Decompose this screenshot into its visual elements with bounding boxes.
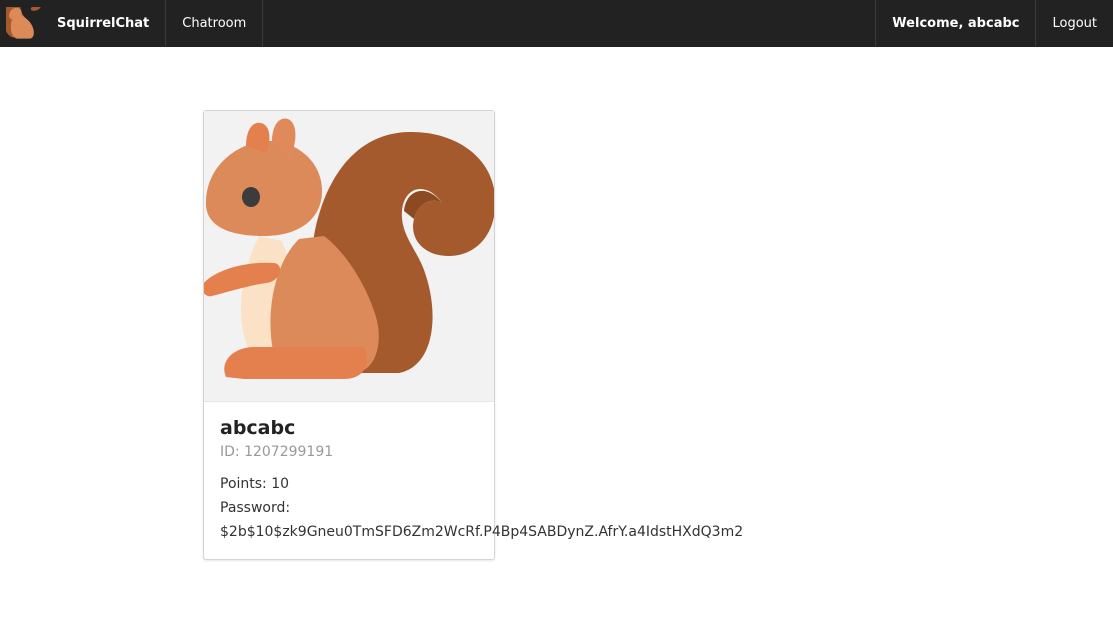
password-value: $2b$10$zk9Gneu0TmSFD6Zm2WcRf.P4Bp4SABDyn… [220, 524, 744, 540]
user-card-body: abcabc ID: 1207299191 Points: 10 Passwor… [204, 402, 744, 544]
logout-link[interactable]: Logout [1035, 0, 1113, 47]
navbar-right: Welcome, abcabc Logout [875, 0, 1113, 47]
brand-link[interactable]: SquirrelChat [0, 0, 165, 47]
nav-link-chatroom[interactable]: Chatroom [165, 0, 264, 47]
user-card: abcabc ID: 1207299191 Points: 10 Passwor… [203, 110, 744, 560]
navbar-left: SquirrelChat Chatroom [0, 0, 264, 47]
password-label: Password: [220, 500, 291, 516]
user-id: ID: 1207299191 [220, 444, 334, 460]
squirrel-avatar-icon [204, 118, 494, 379]
squirrel-logo-icon [6, 6, 41, 39]
brand-label: SquirrelChat [57, 16, 150, 31]
welcome-text: Welcome, abcabc [875, 0, 1035, 47]
user-points: Points: 10 [220, 476, 290, 492]
user-avatar [204, 111, 494, 402]
top-navbar: SquirrelChat Chatroom Welcome, abcabc Lo… [0, 0, 1113, 47]
main-content: User [0, 47, 1113, 141]
user-name: abcabc [220, 417, 296, 439]
